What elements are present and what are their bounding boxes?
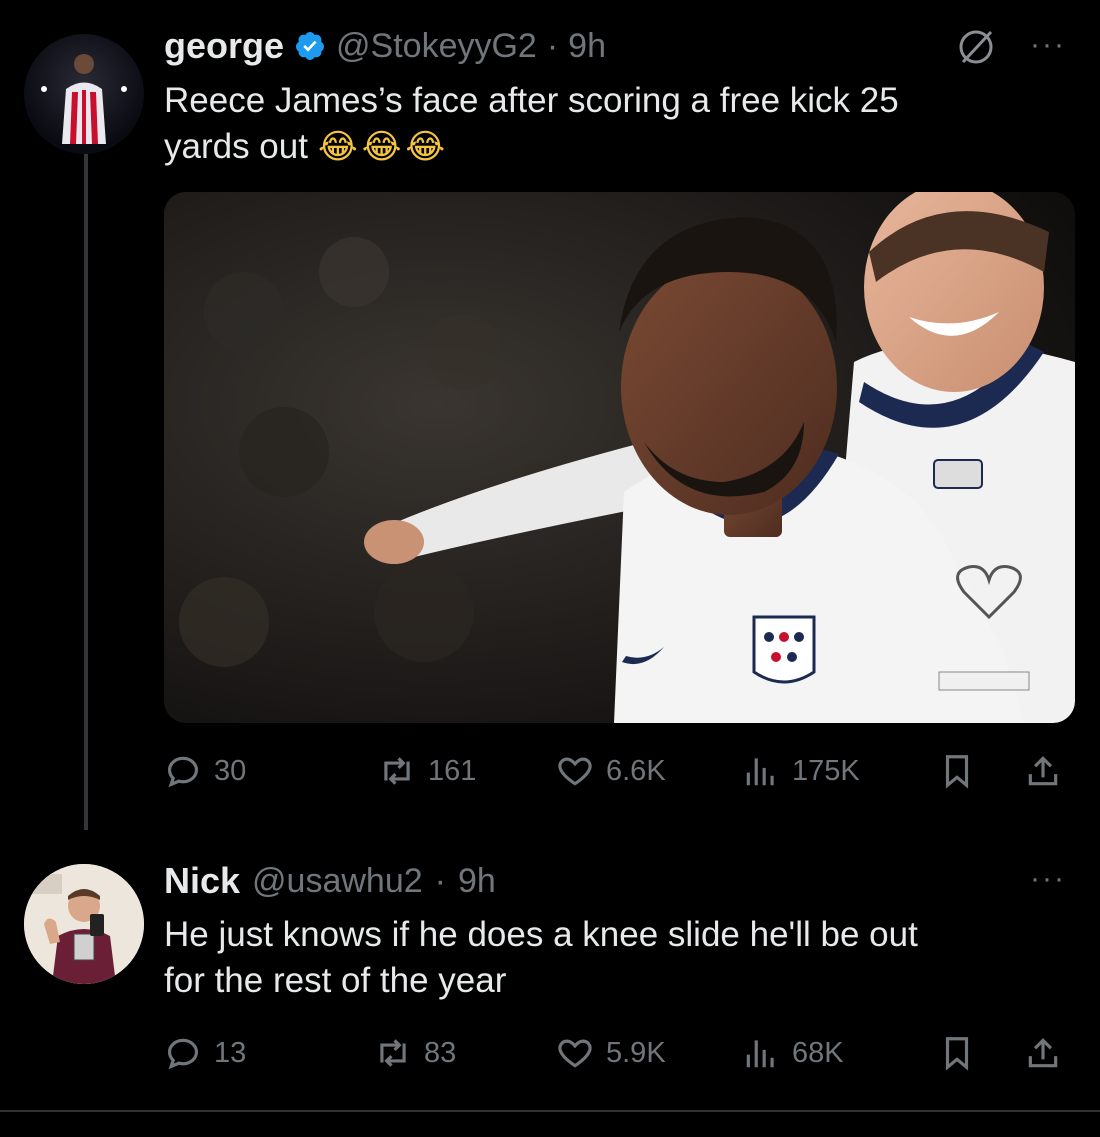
author-name[interactable]: george (164, 25, 284, 67)
separator-dot: · (546, 26, 559, 65)
views-button[interactable]: 175K (742, 752, 860, 790)
photo-image (164, 192, 1075, 723)
avatar-image (41, 54, 127, 144)
reply-count: 30 (214, 754, 247, 787)
timestamp[interactable]: 9h (568, 27, 606, 66)
views-count: 68K (792, 1036, 844, 1069)
views-icon (746, 758, 774, 786)
author-handle[interactable]: @usawhu2 (252, 862, 423, 901)
avatar[interactable] (24, 864, 144, 984)
reply-icon (167, 756, 199, 788)
share-icon[interactable] (1024, 752, 1062, 790)
laughing-emoji-icon: 😂😂😂 (317, 128, 450, 166)
views-count: 175K (792, 754, 860, 787)
reply-button[interactable]: 13 (164, 1034, 246, 1072)
retweet-icon (384, 757, 410, 785)
avatar-image (24, 864, 144, 984)
retweet-count: 83 (424, 1036, 457, 1069)
reply-icon (167, 1038, 199, 1070)
retweet-count: 161 (428, 754, 477, 787)
more-options-icon[interactable]: ··· (1030, 28, 1066, 62)
reply-count: 13 (214, 1036, 247, 1069)
reply-text-line-2: for the rest of the year (164, 961, 507, 1000)
retweet-icon (380, 1039, 406, 1067)
separator-dot: · (434, 861, 446, 900)
retweet-button[interactable]: 83 (374, 1034, 456, 1072)
tweet-text-line-1: Reece James’s face after scoring a free … (164, 81, 899, 120)
like-count: 6.6K (606, 754, 666, 787)
bookmark-icon[interactable] (938, 752, 976, 790)
retweet-button[interactable]: 161 (378, 752, 476, 790)
more-options-icon[interactable]: ··· (1030, 862, 1066, 896)
views-button[interactable]: 68K (742, 1034, 844, 1072)
views-icon (746, 1040, 774, 1068)
tweet-media-photo[interactable] (164, 192, 1075, 723)
bookmark-icon[interactable] (938, 1034, 976, 1072)
share-icon[interactable] (1024, 1034, 1062, 1072)
like-count: 5.9K (606, 1036, 666, 1069)
tweet-text-line-2: yards out (164, 127, 308, 166)
like-button[interactable]: 5.9K (556, 1034, 666, 1072)
reply-button[interactable]: 30 (164, 752, 246, 790)
divider (0, 1110, 1100, 1112)
grok-icon[interactable] (955, 26, 997, 68)
thread-line (84, 150, 88, 830)
heart-icon (558, 757, 592, 786)
reply-text-line-1: He just knows if he does a knee slide he… (164, 915, 918, 954)
author-name[interactable]: Nick (164, 860, 240, 902)
verified-badge-icon (296, 32, 325, 60)
heart-icon (558, 1039, 592, 1068)
author-handle[interactable]: @StokeyyG2 (336, 27, 537, 66)
avatar[interactable] (24, 34, 144, 154)
timestamp[interactable]: 9h (458, 862, 496, 901)
like-button[interactable]: 6.6K (556, 752, 666, 790)
